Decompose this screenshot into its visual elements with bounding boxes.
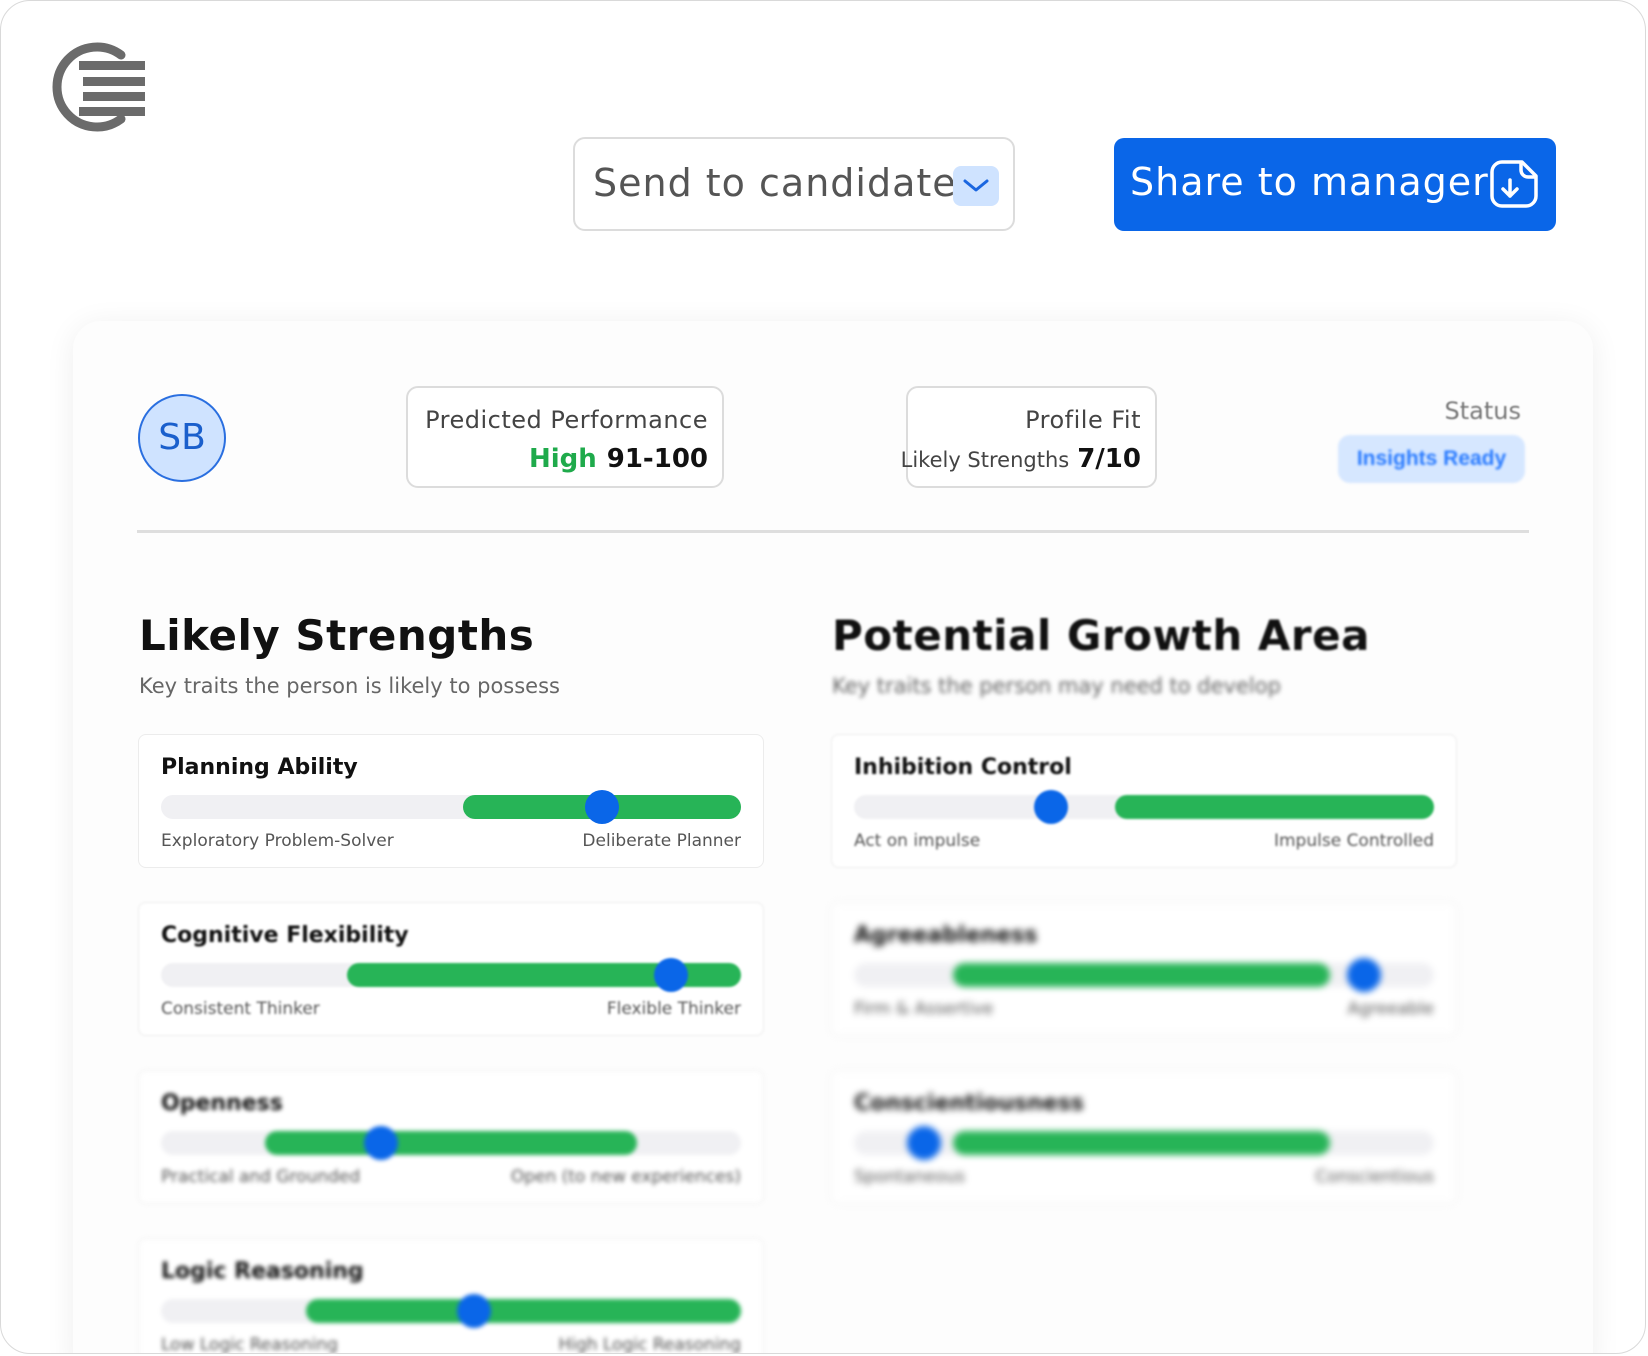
trait-name: Cognitive Flexibility xyxy=(161,923,409,948)
trait-range-bar xyxy=(1115,795,1434,819)
trait-low-label: Firm & Assertive xyxy=(854,999,994,1019)
trait-high-label: Impulse Controlled xyxy=(1273,831,1434,851)
chevron-down-icon[interactable] xyxy=(953,166,999,206)
trait-high-label: Conscientious xyxy=(1315,1167,1434,1187)
strengths-subtitle: Key traits the person is likely to posse… xyxy=(139,674,560,698)
trait-card: Inhibition Control Act on impulse Impulse … xyxy=(831,734,1457,868)
trait-low-label: Low Logic Reasoning xyxy=(161,1335,338,1354)
trait-score-marker xyxy=(1034,790,1069,824)
trait-range-bar xyxy=(265,1131,637,1155)
trait-scale-track xyxy=(161,1294,741,1328)
trait-low-label: Spontaneous xyxy=(854,1167,966,1187)
share-to-manager-button[interactable]: Share to manager xyxy=(1114,138,1556,231)
predicted-range: 91-100 xyxy=(606,444,708,474)
trait-range-bar xyxy=(952,963,1330,987)
trait-name: Inhibition Control xyxy=(854,755,1072,780)
trait-name: Conscientiousness xyxy=(854,1091,1084,1116)
trait-score-marker xyxy=(906,1126,941,1160)
profile-fit-title: Profile Fit xyxy=(1025,406,1141,434)
trait-name: Planning Ability xyxy=(161,755,358,780)
trait-card: Planning Ability Exploratory Problem-Solv… xyxy=(138,734,764,868)
trait-high-label: Open (to new experiences) xyxy=(510,1167,741,1187)
share-button-label: Share to manager xyxy=(1130,160,1489,204)
trait-card: Openness Practical and Grounded Open (to n… xyxy=(138,1070,764,1204)
profile-fit-label: Likely Strengths xyxy=(900,448,1070,472)
avatar: SB xyxy=(138,394,226,482)
trait-name: Agreeableness xyxy=(854,923,1038,948)
trait-low-label: Exploratory Problem-Solver xyxy=(161,831,394,851)
status-label: Status xyxy=(1444,397,1521,425)
document-download-icon xyxy=(1490,160,1538,208)
trait-name: Openness xyxy=(161,1091,283,1116)
trait-scale-track xyxy=(161,1126,741,1160)
status-badge: Insights Ready xyxy=(1338,435,1525,483)
trait-high-label: Flexible Thinker xyxy=(606,999,741,1019)
trait-card: Agreeableness Firm & Assertive Agreeable xyxy=(831,902,1457,1036)
trait-name: Logic Reasoning xyxy=(161,1259,364,1284)
predicted-level: High xyxy=(528,444,597,474)
trait-score-marker xyxy=(1347,958,1382,992)
company-logo-icon xyxy=(52,42,145,132)
trait-low-label: Consistent Thinker xyxy=(161,999,320,1019)
trait-high-label: High Logic Reasoning xyxy=(558,1335,741,1354)
profile-fit-value: 7/10 xyxy=(1077,444,1141,474)
app-window: Send to candidate Share to manager SB Pr… xyxy=(0,0,1646,1354)
divider xyxy=(137,530,1529,533)
trait-high-label: Deliberate Planner xyxy=(582,831,741,851)
trait-card: Logic Reasoning Low Logic Reasoning High L… xyxy=(138,1238,764,1354)
trait-low-label: Act on impulse xyxy=(854,831,981,851)
send-to-candidate-button[interactable]: Send to candidate xyxy=(573,137,1015,231)
predicted-performance-title: Predicted Performance xyxy=(425,406,708,434)
trait-scale-track xyxy=(854,790,1434,824)
trait-score-marker xyxy=(584,790,619,824)
trait-scale-track xyxy=(161,790,741,824)
growth-title: Potential Growth Area xyxy=(832,611,1370,660)
trait-card: Conscientiousness Spontaneous Conscientiou… xyxy=(831,1070,1457,1204)
predicted-performance-card: Predicted Performance High 91-100 xyxy=(406,386,724,488)
profile-fit-card: Profile Fit Likely Strengths 7/10 xyxy=(901,386,1157,488)
trait-high-label: Agreeable xyxy=(1347,999,1434,1019)
strengths-title: Likely Strengths xyxy=(139,611,535,660)
trait-range-bar xyxy=(952,1131,1330,1155)
trait-scale-track xyxy=(854,958,1434,992)
send-button-label: Send to candidate xyxy=(593,161,957,205)
trait-scale-track xyxy=(161,958,741,992)
growth-subtitle: Key traits the person may need to develo… xyxy=(832,674,1281,698)
trait-low-label: Practical and Grounded xyxy=(161,1167,361,1187)
trait-scale-track xyxy=(854,1126,1434,1160)
trait-card: Cognitive Flexibility Consistent Thinker F… xyxy=(138,902,764,1036)
trait-range-bar xyxy=(306,1299,741,1323)
trait-score-marker xyxy=(457,1294,492,1328)
